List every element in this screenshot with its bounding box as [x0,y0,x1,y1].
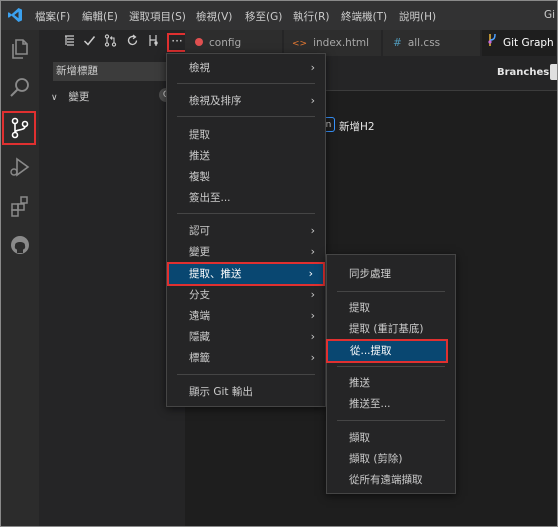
changes-label: 變更 [68,91,90,103]
submenu-item-fetch-prune[interactable]: 擷取 (剪除) [327,449,455,469]
submenu-item-fetch-all-remotes[interactable]: 從所有遠端擷取 [327,470,455,490]
submenu-item-sync[interactable]: 同步處理 [327,264,455,284]
pull-push-submenu: 同步處理 提取 提取 (重訂基底) 從...提取 推送 推送至... 擷取 擷取… [326,254,456,494]
menu-separator [337,291,445,292]
menu-separator [337,420,445,421]
menu-item-push[interactable]: 推送 [167,146,325,166]
tab-all-css[interactable]: # all.css [383,30,481,56]
css-hash-icon: # [393,37,402,49]
red-dot-icon [195,38,203,46]
menu-item-clone[interactable]: 複製 [167,167,325,187]
menu-go[interactable]: 移至(G) [245,9,282,24]
more-actions-menu: 檢視 › 檢視及排序 › 提取 推送 複製 簽出至... 認可 › 變更 › 提取、推送… [166,53,326,407]
activity-bar [1,30,39,526]
chevron-right-icon: › [308,267,313,280]
chevron-right-icon: › [310,288,315,301]
search-icon[interactable] [8,76,32,100]
tab-label: Git Graph [503,37,554,49]
chevron-down-icon: ∨ [51,93,58,103]
view-as-tree-icon[interactable] [63,34,76,47]
submenu-item-push[interactable]: 推送 [327,373,455,393]
menu-item-branch[interactable]: 分支 › [167,285,325,305]
commit-message-input[interactable]: 新增標題 [53,62,173,81]
menu-item-show-git-output[interactable]: 顯示 Git 輸出 [167,382,325,402]
menu-item-remote[interactable]: 遠端 › [167,306,325,326]
source-control-icon[interactable] [8,116,32,140]
chevron-right-icon: › [310,94,315,107]
menu-item-checkout-to[interactable]: 簽出至... [167,188,325,208]
menu-separator [177,213,315,214]
changes-section-header[interactable]: ∨ 變更 [51,89,89,104]
menu-item-view[interactable]: 檢視 › [167,58,325,78]
vscode-logo-icon [8,8,22,22]
menu-separator [177,116,315,117]
menu-item-view-sort[interactable]: 檢視及排序 › [167,91,325,111]
menu-separator [177,83,315,84]
submenu-item-fetch[interactable]: 擷取 [327,428,455,448]
menu-item-pull[interactable]: 提取 [167,125,325,145]
github-icon[interactable] [8,233,32,257]
chevron-right-icon: › [310,309,315,322]
menu-item-commit[interactable]: 認可 › [167,221,325,241]
tab-label: config [209,37,242,49]
menu-file[interactable]: 檔案(F) [35,9,70,24]
pull-request-icon[interactable] [104,34,117,47]
menu-view[interactable]: 檢視(V) [196,9,232,24]
submenu-item-pull-rebase[interactable]: 提取 (重訂基底) [327,319,455,339]
source-control-panel: ··· 新增標題 ∨ 變更 C [39,30,187,526]
menu-separator [177,374,315,375]
git-graph-icon [488,30,498,56]
commit-check-icon[interactable] [83,34,96,47]
branches-dropdown[interactable] [550,64,557,80]
run-debug-icon[interactable] [8,155,32,179]
menu-edit[interactable]: 編輯(E) [82,9,118,24]
git-graph-view-icon[interactable] [147,34,160,47]
title-bar: 檔案(F) 編輯(E) 選取項目(S) 檢視(V) 移至(G) 執行(R) 終端… [1,1,557,30]
menu-separator [337,366,445,367]
commit-message-text[interactable]: 新增H2 [339,119,375,134]
chevron-right-icon: › [310,330,315,343]
refresh-icon[interactable] [126,34,139,47]
explorer-icon[interactable] [8,37,32,61]
tab-label: index.html [313,37,370,49]
tab-label: all.css [407,37,441,49]
menu-item-stash[interactable]: 隱藏 › [167,327,325,347]
menu-selection[interactable]: 選取項目(S) [129,9,186,24]
menu-item-pull-push[interactable]: 提取、推送 › [167,262,325,286]
extensions-icon[interactable] [8,194,32,218]
menu-terminal[interactable]: 終端機(T) [341,9,387,24]
vscode-window: 檔案(F) 編輯(E) 選取項目(S) 檢視(V) 移至(G) 執行(R) 終端… [0,0,558,527]
menu-item-tags[interactable]: 標籤 › [167,348,325,368]
chevron-right-icon: › [310,61,315,74]
submenu-item-pull[interactable]: 提取 [327,298,455,318]
chevron-right-icon: › [310,224,315,237]
tab-git-graph[interactable]: Git Graph [482,30,557,56]
menu-run[interactable]: 執行(R) [293,9,330,24]
chevron-right-icon: › [310,351,315,364]
html-icon: <> [292,39,308,49]
menu-item-changes[interactable]: 變更 › [167,242,325,262]
chevron-right-icon: › [310,245,315,258]
branches-label: Branches: [497,67,554,78]
window-title: Gi [544,9,556,21]
menu-help[interactable]: 說明(H) [399,9,436,24]
submenu-item-push-to[interactable]: 推送至... [327,394,455,414]
more-actions-button[interactable]: ··· [167,33,187,52]
submenu-item-pull-from[interactable]: 從...提取 [326,339,448,363]
